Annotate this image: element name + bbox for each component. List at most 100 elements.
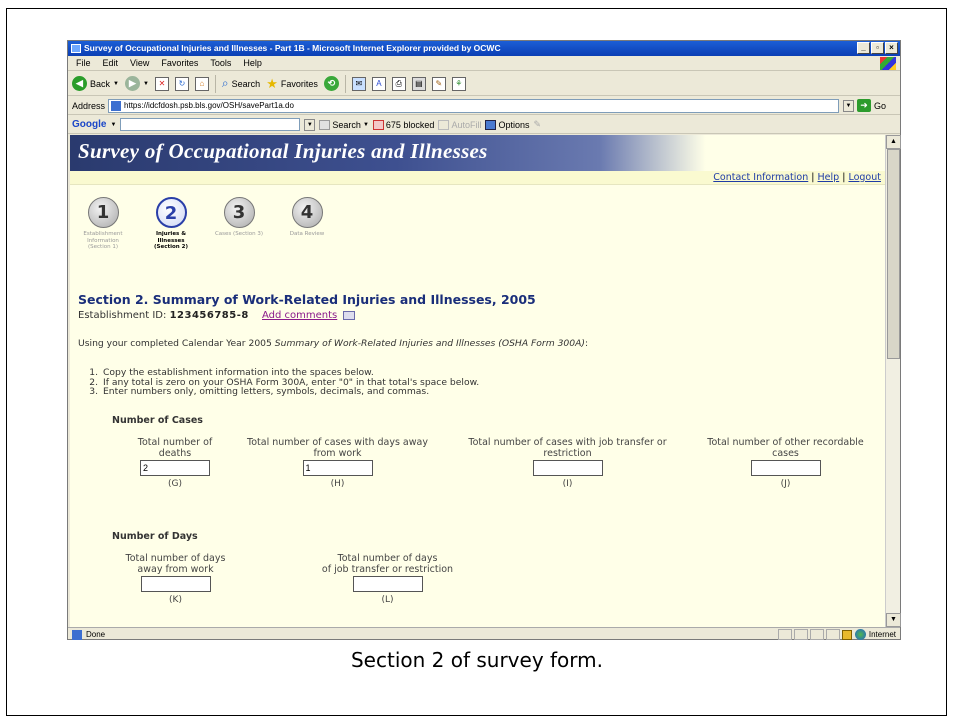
field-label: Total number of days — [337, 553, 438, 564]
step-1-circle: 1 — [87, 197, 119, 228]
menu-help[interactable]: Help — [243, 58, 262, 68]
search-button[interactable]: ⌕ Search — [222, 76, 260, 91]
minimize-button[interactable]: _ — [857, 42, 870, 54]
lock-icon[interactable] — [841, 629, 852, 640]
options-icon — [485, 119, 497, 130]
field-code: (I) — [562, 479, 573, 489]
deaths-input[interactable] — [140, 460, 210, 476]
google-search-button[interactable]: Search ▼ — [319, 119, 369, 130]
options-button[interactable]: Options — [485, 119, 529, 130]
pencil-icon[interactable]: ✎ — [533, 119, 541, 130]
vertical-scrollbar[interactable]: ▲ ▼ — [885, 135, 901, 627]
step-3[interactable]: 3 Cases (Section 3) — [214, 197, 264, 238]
menu-file[interactable]: File — [76, 58, 91, 68]
step-3-circle: 3 — [223, 197, 255, 228]
add-comments-link[interactable]: Add comments — [262, 310, 337, 321]
utility-links-bar: Contact Information | Help | Logout — [70, 171, 885, 185]
standard-toolbar: ◀ Back ▼ ▶ ▼ ✕ ↻ ⌂ ⌕ Search ★ Favorites … — [68, 72, 900, 96]
address-url: https://idcfdosh.psb.bls.gov/OSH/savePar… — [124, 101, 294, 110]
scroll-up-icon[interactable]: ▲ — [886, 135, 901, 149]
google-search-input[interactable] — [120, 118, 301, 131]
toolbar-separator — [344, 74, 346, 93]
google-menu-dropdown-icon[interactable]: ▼ — [110, 122, 116, 128]
home-icon[interactable]: ⌂ — [194, 76, 209, 91]
step-2[interactable]: 2 Injuries & Illnesses (Section 2) — [146, 197, 196, 251]
edit-icon[interactable]: ▤ — [411, 76, 426, 91]
back-dropdown-icon[interactable]: ▼ — [113, 81, 119, 87]
field-label: away from work — [137, 564, 214, 575]
establishment-id: 123456785-8 — [169, 310, 249, 321]
logout-link[interactable]: Logout — [848, 172, 881, 183]
google-search-icon — [319, 119, 331, 130]
messenger-icon[interactable]: ✎ — [431, 76, 446, 91]
contact-link[interactable]: Contact Information — [713, 172, 808, 183]
step-4-circle: 4 — [291, 197, 323, 228]
popup-blocked-icon — [372, 119, 384, 130]
step-2-label: Injuries & Illnesses (Section 2) — [154, 231, 188, 250]
back-arrow-icon: ◀ — [72, 76, 87, 91]
step-1-label: Establishment Information (Section 1) — [83, 231, 123, 250]
field-code: (H) — [330, 479, 345, 489]
days-job-transfer-input[interactable] — [352, 576, 423, 592]
status-cell — [826, 629, 840, 640]
status-cell — [794, 629, 808, 640]
address-input[interactable]: https://idcfdosh.psb.bls.gov/OSH/savePar… — [108, 98, 840, 113]
toolbar-separator — [214, 74, 216, 93]
font-size-icon[interactable]: A — [371, 76, 386, 91]
security-zone: Internet — [841, 629, 896, 640]
ie-app-icon — [71, 44, 81, 53]
field-label: Total number of other recordable — [707, 437, 864, 448]
research-icon[interactable]: ⚘ — [451, 76, 466, 91]
popup-blocker-button[interactable]: 675 blocked — [372, 119, 434, 130]
autofill-button[interactable]: AutoFill — [438, 119, 482, 130]
section-title: Section 2. Summary of Work-Related Injur… — [78, 292, 536, 307]
print-icon[interactable]: ⎙ — [391, 76, 406, 91]
menu-tools[interactable]: Tools — [210, 58, 231, 68]
comment-icon[interactable] — [343, 310, 356, 320]
job-transfer-cases-input[interactable] — [532, 460, 603, 476]
field-label: Total number of — [137, 437, 213, 448]
step-2-circle: 2 — [155, 197, 187, 228]
scroll-thumb[interactable] — [887, 149, 900, 359]
google-input-dropdown-icon[interactable]: ▼ — [304, 118, 316, 131]
page-icon — [111, 100, 122, 111]
close-button[interactable]: × — [885, 42, 898, 54]
stop-icon[interactable]: ✕ — [154, 76, 169, 91]
favorites-label: Favorites — [280, 78, 318, 89]
step-1[interactable]: 1 Establishment Information (Section 1) — [78, 197, 128, 251]
field-code: (J) — [780, 479, 791, 489]
menu-edit[interactable]: Edit — [103, 58, 119, 68]
status-text: Done — [86, 630, 106, 639]
back-button[interactable]: ◀ Back ▼ — [72, 76, 119, 91]
status-cell — [778, 629, 792, 640]
status-cell — [810, 629, 824, 640]
refresh-icon[interactable]: ↻ — [174, 76, 189, 91]
step-4-label: Data Review — [289, 231, 325, 237]
search-icon: ⌕ — [221, 76, 229, 90]
days-away-cases-input[interactable] — [302, 460, 373, 476]
status-cells — [778, 629, 840, 640]
step-4[interactable]: 4 Data Review — [282, 197, 332, 238]
favorites-button[interactable]: ★ Favorites — [266, 76, 318, 92]
days-away-input[interactable] — [140, 576, 211, 592]
back-label: Back — [90, 78, 111, 89]
forward-button[interactable]: ▶ ▼ — [124, 76, 149, 91]
address-label: Address — [72, 100, 106, 111]
utility-links: Contact Information | Help | Logout — [713, 172, 881, 183]
autofill-label: AutoFill — [451, 119, 482, 130]
field-code: (K) — [169, 595, 182, 605]
mail-icon[interactable]: ✉ — [351, 76, 366, 91]
other-recordable-cases-input[interactable] — [750, 460, 821, 476]
forward-dropdown-icon[interactable]: ▼ — [143, 81, 149, 87]
help-link[interactable]: Help — [818, 172, 840, 183]
progress-steps: 1 Establishment Information (Section 1) … — [78, 197, 378, 257]
go-button[interactable]: ➜ Go — [857, 99, 886, 112]
maximize-button[interactable]: ▫ — [871, 42, 884, 54]
address-dropdown-icon[interactable]: ▼ — [843, 99, 855, 112]
google-search-dropdown-icon[interactable]: ▼ — [363, 122, 369, 128]
menu-favorites[interactable]: Favorites — [161, 58, 198, 68]
menu-view[interactable]: View — [130, 58, 149, 68]
history-icon[interactable]: ⟲ — [323, 76, 339, 91]
scroll-down-icon[interactable]: ▼ — [886, 613, 901, 627]
google-logo[interactable]: Google — [72, 119, 106, 130]
